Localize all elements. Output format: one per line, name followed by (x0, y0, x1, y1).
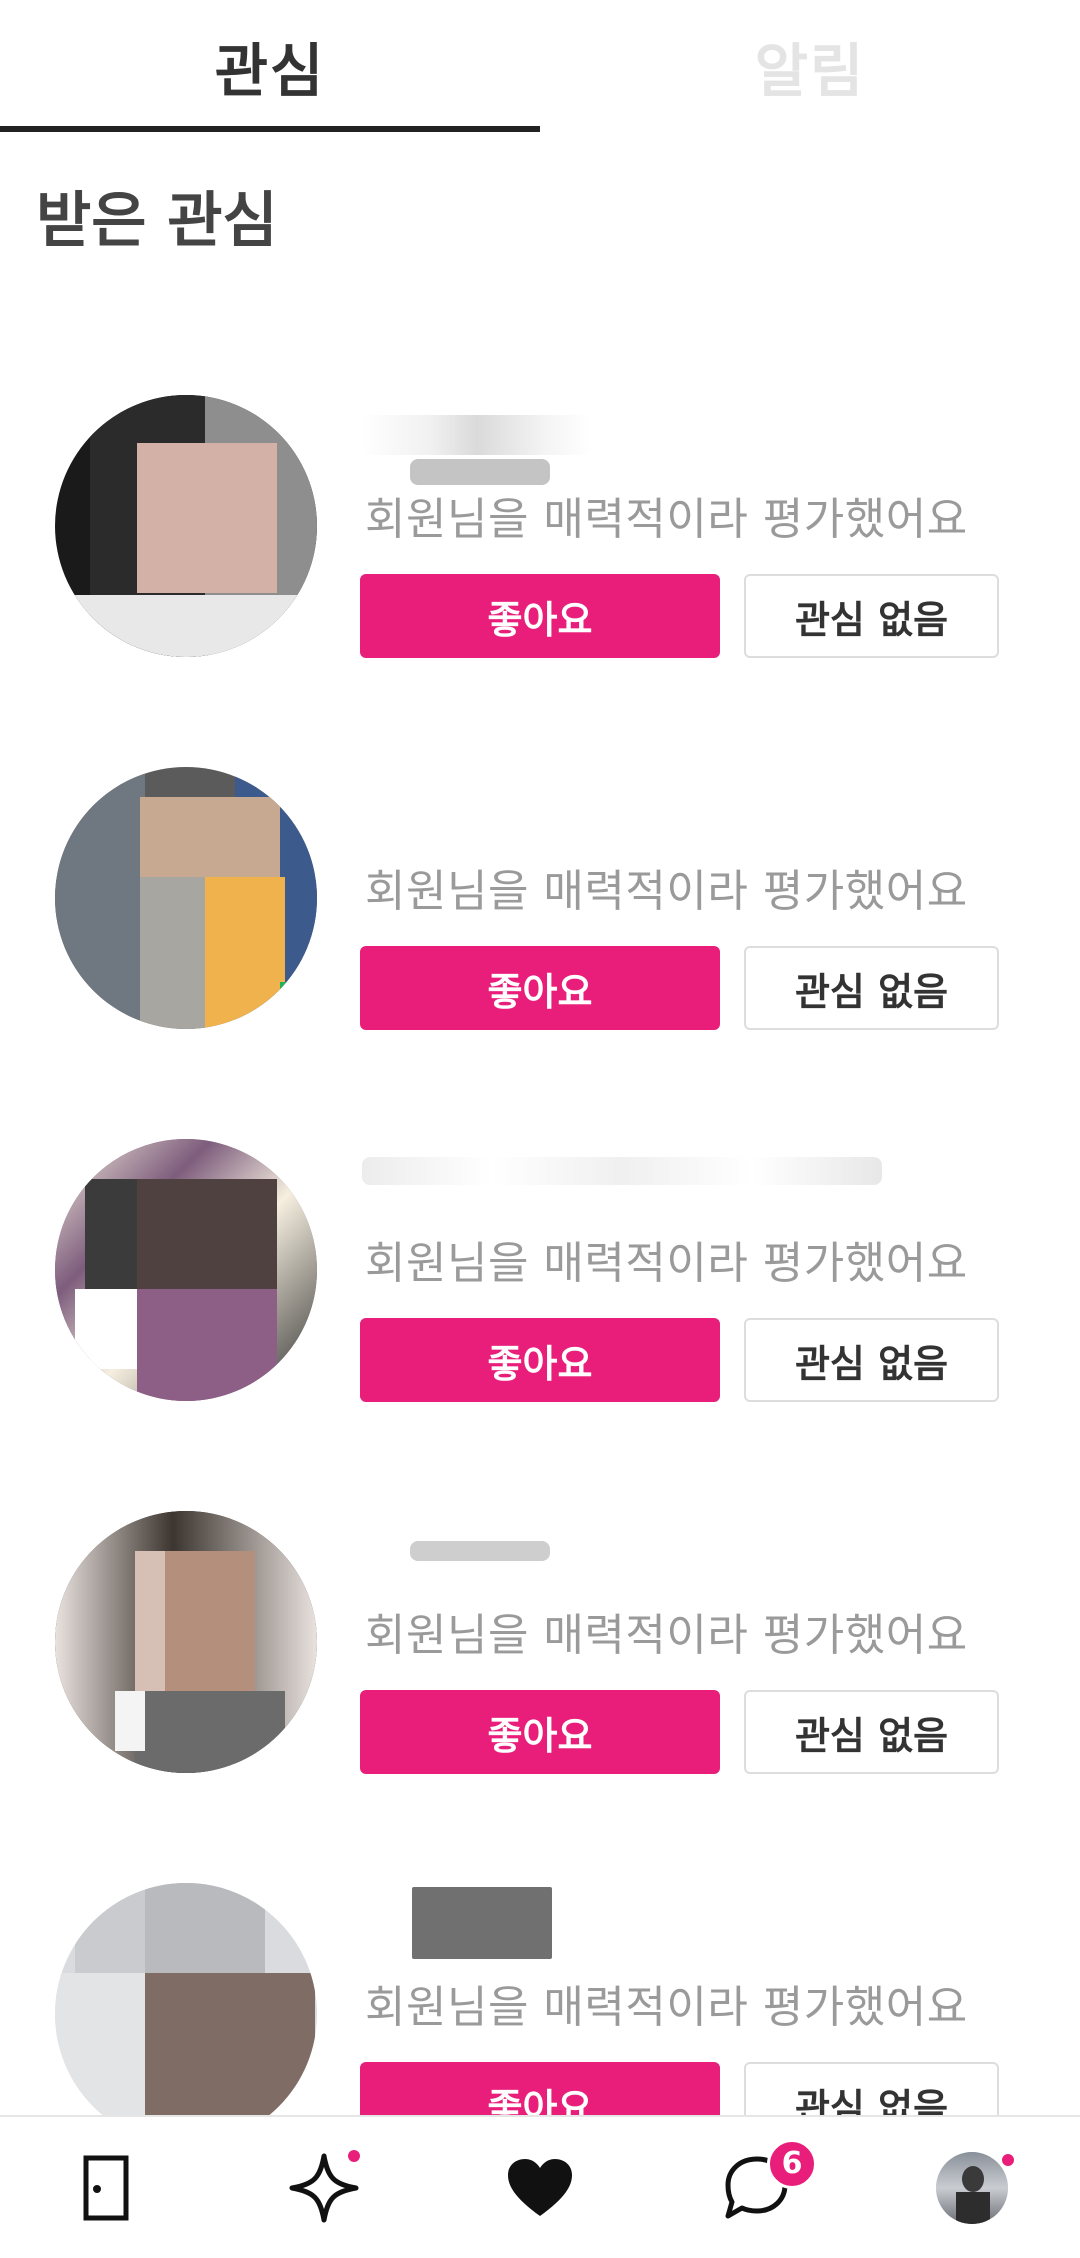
name-redacted (412, 1887, 552, 1959)
top-tabs: 관심 알림 (0, 0, 1080, 132)
not-interested-button[interactable]: 관심 없음 (744, 1690, 999, 1774)
message-count-badge: 6 (767, 2138, 817, 2189)
avatar[interactable] (55, 1883, 317, 2145)
interest-message: 회원님을 매력적이라 평가했어요 (365, 1982, 968, 2033)
section-title: 받은 관심 (36, 186, 278, 256)
not-interested-button[interactable]: 관심 없음 (744, 1318, 999, 1402)
notification-dot (999, 2150, 1017, 2169)
received-interest-list: 회원님을 매력적이라 평가했어요 좋아요 관심 없음 회원님을 매력적이라 평가… (0, 395, 1080, 2255)
nav-profile[interactable] (917, 2133, 1027, 2243)
name-redacted (362, 415, 592, 455)
interest-message: 회원님을 매력적이라 평가했어요 (365, 866, 968, 917)
active-tab-indicator (0, 126, 540, 132)
like-button[interactable]: 좋아요 (360, 946, 720, 1030)
not-interested-button[interactable]: 관심 없음 (744, 946, 999, 1030)
like-button[interactable]: 좋아요 (360, 1318, 720, 1402)
avatar[interactable] (55, 395, 317, 657)
like-button[interactable]: 좋아요 (360, 1690, 720, 1774)
like-button[interactable]: 좋아요 (360, 574, 720, 658)
avatar[interactable] (55, 767, 317, 1029)
interest-message: 회원님을 매력적이라 평가했어요 (365, 494, 968, 545)
interest-message: 회원님을 매력적이라 평가했어요 (365, 1238, 968, 1289)
avatar[interactable] (55, 1511, 317, 1773)
name-redacted (410, 459, 550, 485)
name-redacted (410, 1541, 550, 1561)
list-item[interactable]: 회원님을 매력적이라 평가했어요 좋아요 관심 없음 (0, 1139, 1080, 1511)
list-item[interactable]: 회원님을 매력적이라 평가했어요 좋아요 관심 없음 (0, 767, 1080, 1139)
nav-heart[interactable] (485, 2133, 595, 2243)
tab-interest[interactable]: 관심 (0, 0, 540, 132)
name-redacted (362, 1157, 882, 1185)
nav-chat[interactable]: 6 (701, 2133, 817, 2243)
tab-notifications[interactable]: 알림 (540, 0, 1080, 132)
not-interested-button[interactable]: 관심 없음 (744, 574, 999, 658)
avatar[interactable] (55, 1139, 317, 1401)
nav-door[interactable] (53, 2133, 163, 2243)
heart-icon (508, 2158, 572, 2216)
interest-message: 회원님을 매력적이라 평가했어요 (365, 1610, 968, 1661)
list-item[interactable]: 회원님을 매력적이라 평가했어요 좋아요 관심 없음 (0, 1511, 1080, 1883)
notification-dot (345, 2146, 363, 2165)
profile-avatar (936, 2151, 1008, 2224)
bottom-nav: 6 (0, 2115, 1080, 2258)
nav-sparkle[interactable] (269, 2133, 379, 2243)
door-icon (83, 2155, 129, 2220)
list-item[interactable]: 회원님을 매력적이라 평가했어요 좋아요 관심 없음 (0, 395, 1080, 767)
